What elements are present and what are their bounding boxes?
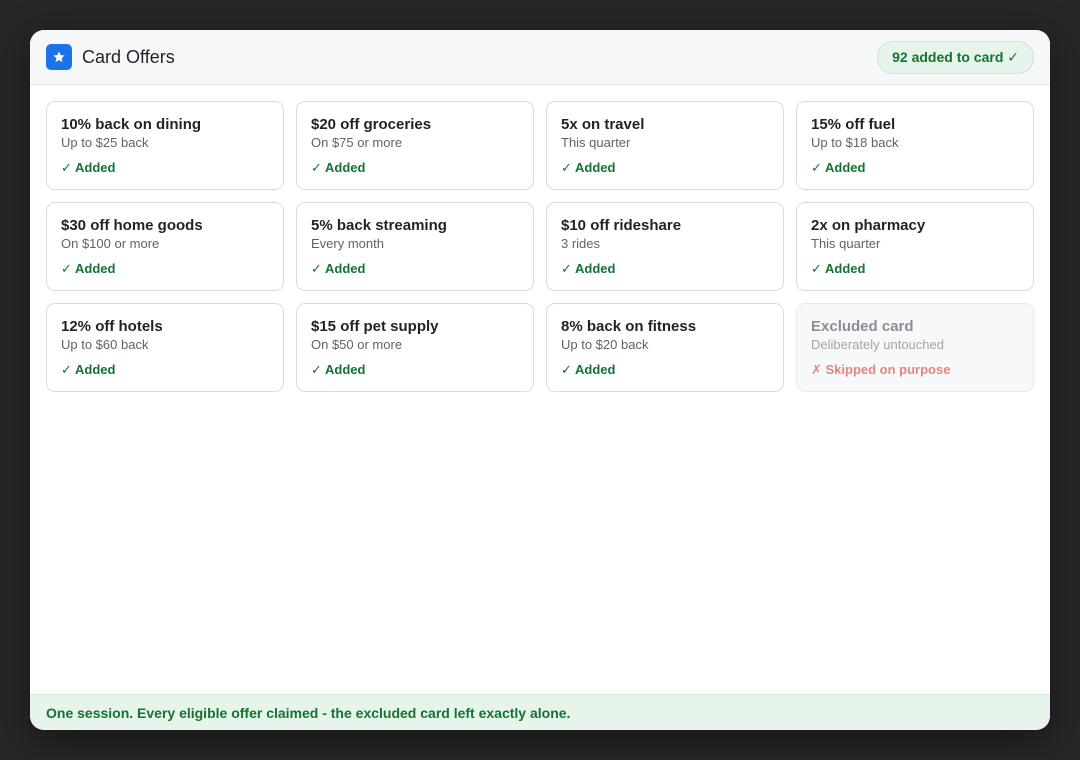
header-bar: Card Offers 92 added to card ✓ <box>30 30 1050 85</box>
offer-subtitle: Up to $20 back <box>561 337 649 352</box>
offer-title: $20 off groceries <box>311 116 432 133</box>
offer-subtitle: On $75 or more <box>311 135 403 150</box>
offer-status: ✓ Added <box>61 362 116 377</box>
added-count-badge: 92 added to card ✓ <box>877 40 1034 74</box>
star-icon <box>46 44 72 70</box>
offer-card[interactable]: 8% back on fitness Up to $20 back ✓ Adde… <box>546 303 784 392</box>
offer-status: ✓ Added <box>61 160 116 175</box>
offer-card[interactable]: $15 off pet supply On $50 or more ✓ Adde… <box>296 303 534 392</box>
footer-message: One session. Every eligible offer claime… <box>46 704 571 721</box>
offer-title: $10 off rideshare <box>561 217 682 234</box>
offer-subtitle: Up to $18 back <box>811 135 899 150</box>
offer-card[interactable]: 2x on pharmacy This quarter ✓ Added <box>796 202 1034 291</box>
offer-status: ✓ Added <box>811 160 866 175</box>
excluded-offer-card: Excluded card Deliberately untouched ✗ S… <box>796 303 1034 392</box>
offer-title: 12% off hotels <box>61 318 163 335</box>
page-title: Card Offers <box>82 46 175 67</box>
offer-status: ✓ Added <box>311 261 366 276</box>
status-footer: One session. Every eligible offer claime… <box>30 694 1050 730</box>
offer-title: 5% back streaming <box>311 217 447 234</box>
offer-card[interactable]: 5x on travel This quarter ✓ Added <box>546 101 784 190</box>
offer-title: $15 off pet supply <box>311 318 439 335</box>
offer-title: $30 off home goods <box>61 217 203 234</box>
offer-status: ✓ Added <box>561 362 616 377</box>
offer-card[interactable]: 5% back streaming Every month ✓ Added <box>296 202 534 291</box>
offer-subtitle: This quarter <box>811 236 881 251</box>
offer-subtitle: On $100 or more <box>61 236 160 251</box>
offer-status: ✓ Added <box>311 362 366 377</box>
offer-card[interactable]: $10 off rideshare 3 rides ✓ Added <box>546 202 784 291</box>
offer-subtitle: Every month <box>311 236 384 251</box>
offer-status: ✓ Added <box>561 160 616 175</box>
offer-title: 5x on travel <box>561 116 645 133</box>
offer-subtitle: Up to $25 back <box>61 135 149 150</box>
offer-title: 10% back on dining <box>61 116 202 133</box>
app-window: Card Offers 92 added to card ✓ 10% back … <box>30 30 1050 730</box>
offer-subtitle: This quarter <box>561 135 631 150</box>
offer-status: ✓ Added <box>311 160 366 175</box>
offer-status: ✓ Added <box>811 261 866 276</box>
offer-card[interactable]: $20 off groceries On $75 or more ✓ Added <box>296 101 534 190</box>
offer-subtitle: Deliberately untouched <box>811 337 944 352</box>
offer-card[interactable]: 12% off hotels Up to $60 back ✓ Added <box>46 303 284 392</box>
offer-status: ✓ Added <box>61 261 116 276</box>
offer-title: Excluded card <box>811 318 914 335</box>
offer-title: 8% back on fitness <box>561 318 697 335</box>
offer-subtitle: 3 rides <box>561 236 601 251</box>
offer-card[interactable]: 10% back on dining Up to $25 back ✓ Adde… <box>46 101 284 190</box>
offer-card[interactable]: $30 off home goods On $100 or more ✓ Add… <box>46 202 284 291</box>
offers-grid: 10% back on dining Up to $25 back ✓ Adde… <box>30 85 1050 392</box>
offer-subtitle: Up to $60 back <box>61 337 149 352</box>
offer-status: ✓ Added <box>561 261 616 276</box>
offer-subtitle: On $50 or more <box>311 337 403 352</box>
offer-title: 2x on pharmacy <box>811 217 926 234</box>
offer-status: ✗ Skipped on purpose <box>811 362 951 377</box>
offer-title: 15% off fuel <box>811 116 896 133</box>
offer-card[interactable]: 15% off fuel Up to $18 back ✓ Added <box>796 101 1034 190</box>
brand: Card Offers <box>46 44 175 70</box>
